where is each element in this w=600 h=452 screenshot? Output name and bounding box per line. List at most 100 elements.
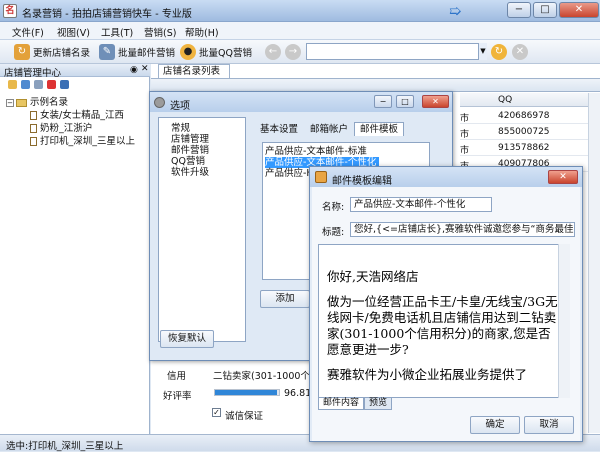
table-row[interactable]: 市 855000725 — [460, 124, 588, 140]
gear-icon — [154, 97, 165, 108]
cell-qq: 420686978 — [498, 111, 550, 121]
refresh-directory-button[interactable]: ↻ 更新店铺名录 — [14, 43, 90, 61]
content-text: 你好,天浩网络店 做为一位经营正品卡王/卡皇/无线宝/3G无线网卡/免费电话机且… — [327, 269, 559, 392]
tree-item[interactable]: 打印机_深圳_三星以上 — [30, 133, 135, 147]
grid-header — [460, 93, 600, 107]
mail-template-icon — [315, 171, 327, 183]
tab-mail-accounts[interactable]: 邮箱帐户 — [304, 122, 354, 136]
rating-bar-fill — [215, 390, 278, 395]
rating-label: 好评率 — [163, 391, 192, 402]
tab-store-list[interactable]: 店铺名录列表 — [158, 64, 230, 78]
table-row[interactable]: 市 420686978 — [460, 108, 588, 124]
add-button[interactable]: 添加 — [260, 290, 310, 308]
pin-icon[interactable]: ◉ — [130, 65, 138, 75]
document-icon — [30, 124, 37, 133]
table-row[interactable]: 市 913578862 — [460, 140, 588, 156]
maximize-button[interactable]: □ — [533, 2, 557, 18]
tree-item-label: 打印机_深圳_三星以上 — [40, 136, 136, 147]
cell-city: 市 — [460, 146, 470, 156]
toolbar: ↻ 更新店铺名录 ✎ 批量邮件营销 ● 批量QQ营销 ← → ↻ ✕ — [0, 40, 600, 64]
refresh-label: 更新店铺名录 — [33, 48, 91, 59]
cell-qq: 855000725 — [498, 127, 550, 137]
edit-icon[interactable] — [34, 80, 43, 89]
menu-file[interactable]: 文件(F) — [12, 25, 44, 39]
tree-item[interactable]: 奶粉_江浙沪 — [30, 120, 92, 134]
options-close-button[interactable]: ✕ — [422, 95, 449, 108]
template-subject-field[interactable]: 您好,{<=店铺店长},赛雅软件诚邀您参与“商务最佳 — [350, 222, 575, 237]
template-close-button[interactable]: ✕ — [548, 170, 578, 184]
content-paragraph: 做为一位经营正品卡王/卡皇/无线宝/3G无线网卡/免费电话机且店铺信用达到二钻卖… — [327, 294, 558, 357]
options-title: 选项 — [170, 101, 190, 112]
nav-software-update[interactable]: 软件升级 — [171, 164, 209, 178]
cell-qq: 913578862 — [498, 143, 550, 153]
ok-button[interactable]: 确定 — [470, 416, 520, 434]
window-title: 名录营销 - 拍拍店铺营销快车 - 专业版 — [22, 9, 192, 20]
cell-city: 市 — [460, 130, 470, 140]
rating-bar — [214, 389, 280, 396]
options-title-bar: 选项 − □ ✕ — [150, 92, 452, 112]
close-button[interactable]: ✕ — [559, 2, 599, 18]
template-content-editor[interactable]: 你好,天浩网络店 做为一位经营正品卡王/卡皇/无线宝/3G无线网卡/免费电话机且… — [318, 244, 570, 398]
title-bar: 名 名录营销 - 拍拍店铺营销快车 - 专业版 ➯ − □ ✕ — [0, 0, 600, 22]
bird-logo-icon: ➯ — [448, 2, 462, 20]
menu-help[interactable]: 帮助(H) — [185, 25, 219, 39]
template-name-field[interactable]: 产品供应-文本邮件-个性化 — [350, 197, 492, 212]
guarantee-label: 诚信保证 — [225, 411, 264, 422]
name-label: 名称: — [322, 202, 345, 213]
panel-title: 店铺管理中心 — [4, 68, 62, 79]
subject-label: 标题: — [322, 227, 345, 238]
tree-item[interactable]: 女装/女士精品_江西 — [30, 107, 124, 121]
stop-icon[interactable]: ✕ — [512, 44, 528, 60]
import-icon[interactable] — [60, 80, 69, 89]
options-maximize-button[interactable]: □ — [396, 95, 414, 108]
tab-strip — [151, 78, 600, 92]
tree-root[interactable]: − 示例名录 — [6, 94, 68, 108]
guarantee-checkbox[interactable]: ✓ — [212, 408, 221, 417]
template-editor-dialog: 邮件模板编辑 ✕ 名称: 产品供应-文本邮件-个性化 标题: 您好,{<=店铺店… — [309, 166, 583, 442]
template-editor-title: 邮件模板编辑 — [332, 176, 392, 187]
menu-bar: 文件(F) 视图(V) 工具(T) 营销(S) 帮助(H) — [0, 22, 600, 40]
content-scrollbar[interactable] — [558, 244, 570, 398]
tab-mail-templates[interactable]: 邮件模板 — [354, 122, 405, 136]
batch-qq-button[interactable]: ● 批量QQ营销 — [180, 43, 252, 61]
mail-edit-icon: ✎ — [99, 44, 115, 60]
collapse-icon[interactable]: − — [6, 98, 14, 107]
document-icon — [30, 137, 37, 146]
column-header-qq[interactable]: QQ — [498, 95, 512, 105]
menu-marketing[interactable]: 营销(S) — [144, 25, 176, 39]
restore-defaults-button[interactable]: 恢复默认 — [160, 330, 214, 348]
tab-basic-settings[interactable]: 基本设置 — [254, 122, 304, 136]
options-tabs: 基本设置 邮箱帐户 邮件模板 — [254, 122, 405, 136]
batch-mail-label: 批量邮件营销 — [118, 48, 176, 59]
tab-preview[interactable]: 预览 — [364, 398, 393, 410]
menu-view[interactable]: 视图(V) — [57, 25, 90, 39]
cancel-button[interactable]: 取消 — [524, 416, 574, 434]
panel-tools — [8, 80, 69, 90]
minimize-button[interactable]: − — [507, 2, 531, 18]
forward-icon[interactable]: → — [285, 44, 301, 60]
tab-mail-content[interactable]: 邮件内容 — [318, 398, 365, 410]
refresh-icon: ↻ — [14, 44, 30, 60]
chevron-down-icon[interactable]: ▼ — [478, 43, 487, 60]
content-paragraph: 赛雅软件为小微企业拓展业务提供了 — [327, 367, 528, 382]
credit-label: 信用 — [167, 371, 187, 382]
save-icon[interactable] — [21, 80, 30, 89]
batch-mail-button[interactable]: ✎ 批量邮件营销 — [99, 43, 175, 61]
qq-penguin-icon: ● — [180, 44, 196, 60]
delete-icon[interactable] — [47, 80, 56, 89]
back-icon[interactable]: ← — [265, 44, 281, 60]
options-nav-tree: 常规 店铺管理 邮件营销 QQ营销 软件升级 — [158, 117, 246, 342]
template-editor-title-bar: 邮件模板编辑 ✕ — [310, 167, 582, 187]
store-management-panel: 店铺管理中心 ◉ ✕ − 示例名录 女装/女士精品_江西 奶粉_江浙沪 打印机_深… — [0, 64, 150, 434]
address-input[interactable] — [306, 43, 486, 60]
options-minimize-button[interactable]: − — [374, 95, 392, 108]
scrollbar[interactable] — [588, 93, 600, 433]
new-folder-icon[interactable] — [8, 80, 17, 89]
list-item[interactable]: 产品供应-文本邮件-标准 — [265, 146, 370, 157]
document-icon — [30, 111, 37, 120]
close-icon[interactable]: ✕ — [141, 64, 149, 74]
content-paragraph: 你好,天浩网络店 — [327, 269, 419, 284]
menu-tools[interactable]: 工具(T) — [101, 25, 133, 39]
rating-value: 96.81 — [284, 388, 312, 399]
go-refresh-icon[interactable]: ↻ — [491, 44, 507, 60]
